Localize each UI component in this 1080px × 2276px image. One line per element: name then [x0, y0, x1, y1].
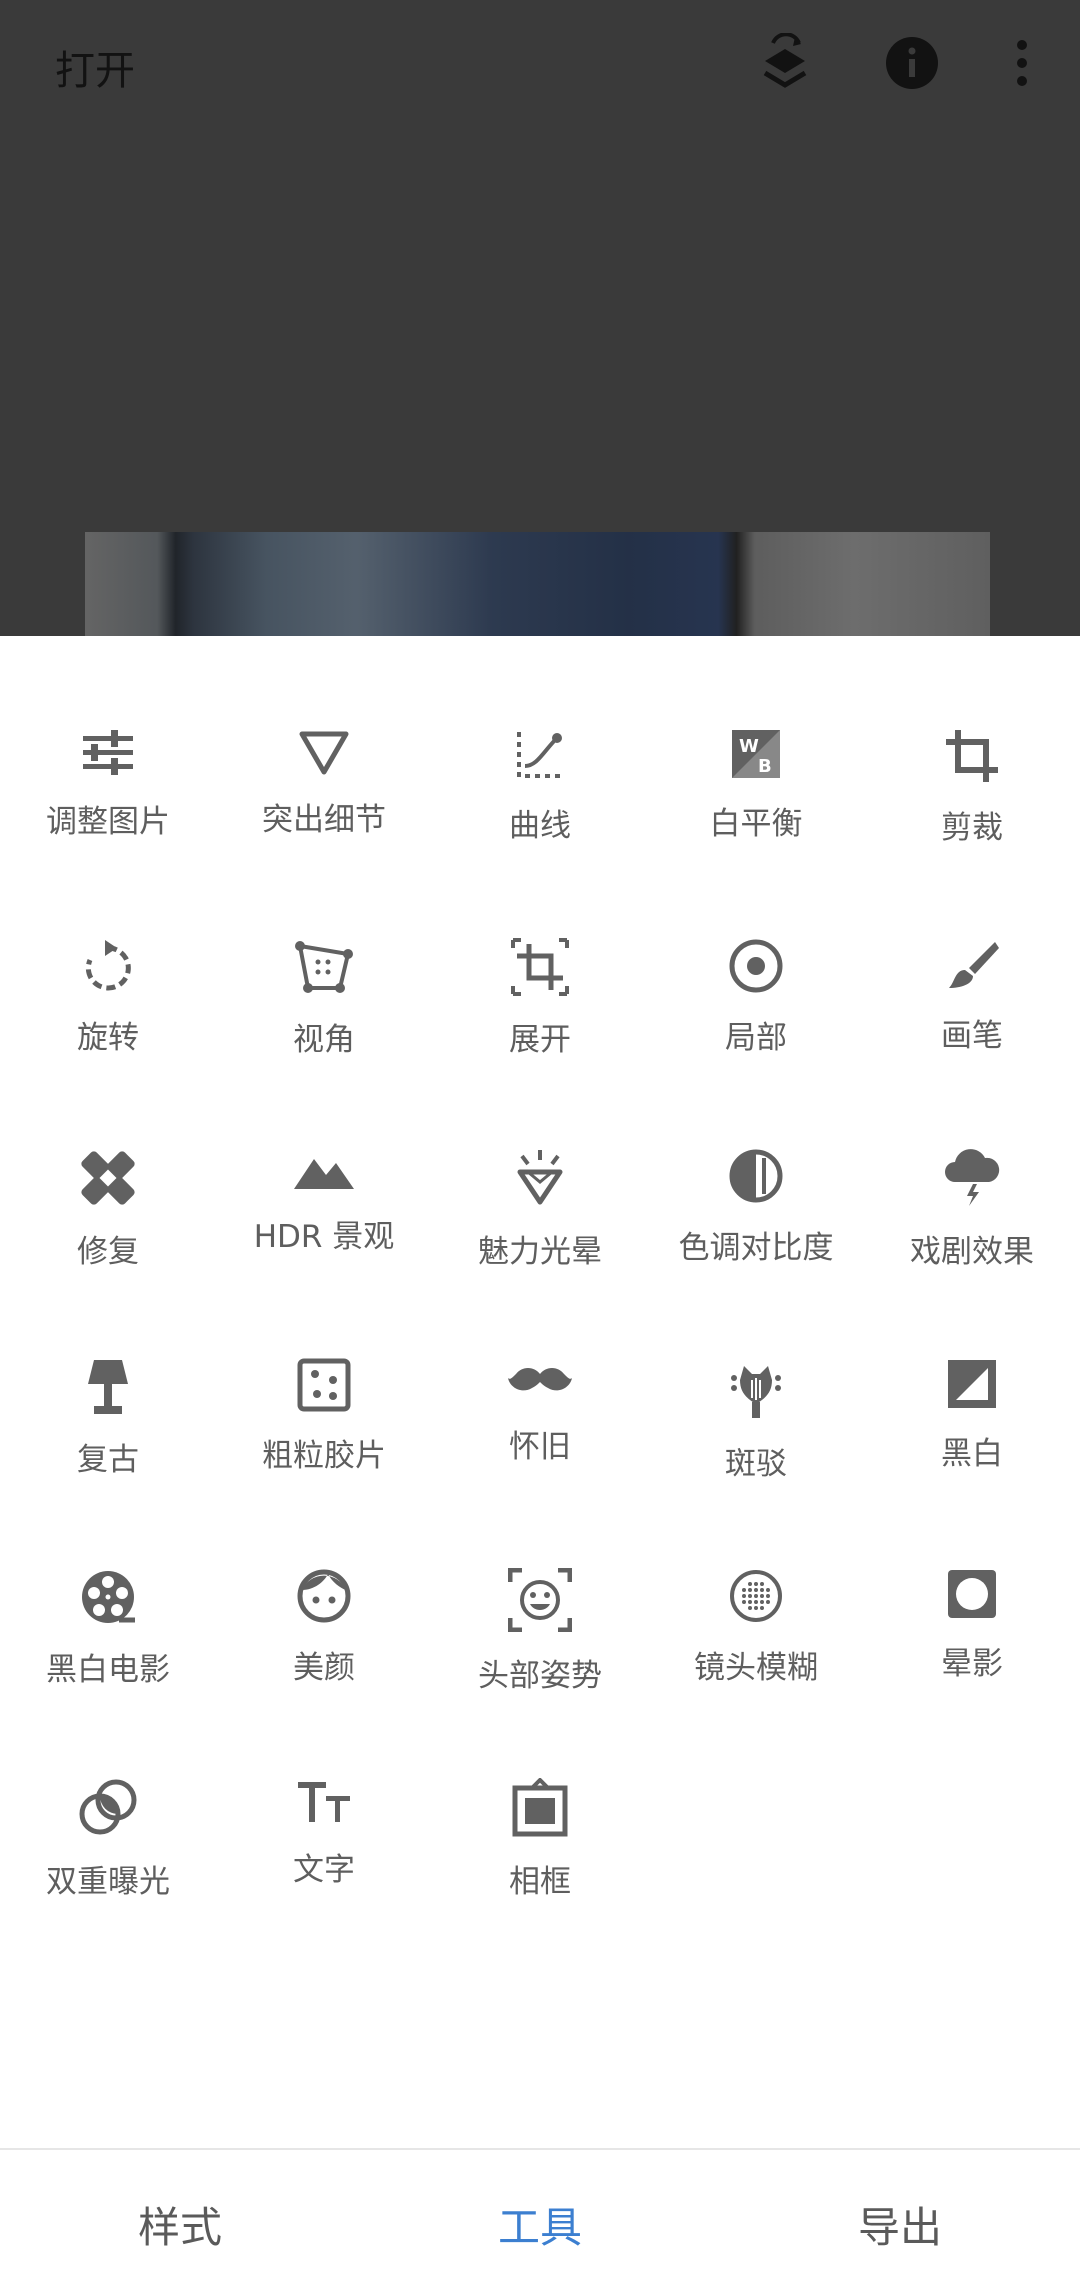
tool-label: 粗粒胶片: [262, 1438, 386, 1474]
tool-glamour-glow[interactable]: 魅力光晕: [432, 1056, 648, 1270]
tool-label: 黑白电影: [46, 1652, 170, 1688]
double-exposure-icon: [73, 1778, 143, 1838]
grunge-guitar-icon: [721, 1358, 791, 1420]
tool-label: 白平衡: [709, 806, 803, 842]
curves-icon: [505, 728, 575, 782]
tool-lens-blur[interactable]: 镜头模糊: [648, 1476, 864, 1686]
tool-frames[interactable]: 相框: [432, 1686, 648, 1900]
tab-styles[interactable]: 样式: [0, 2194, 360, 2255]
tool-hdr[interactable]: HDR 景观: [216, 1056, 432, 1256]
tool-grainy-film[interactable]: 粗粒胶片: [216, 1266, 432, 1474]
tool-expand[interactable]: 展开: [432, 846, 648, 1058]
tool-label: 旋转: [77, 1020, 139, 1056]
tool-label: 修复: [77, 1234, 139, 1270]
tool-selective[interactable]: 局部: [648, 846, 864, 1056]
tool-label: 镜头模糊: [694, 1650, 818, 1686]
selective-icon: [721, 938, 791, 994]
lens-blur-icon: [721, 1568, 791, 1624]
tool-label: 局部: [725, 1020, 787, 1056]
tool-perspective[interactable]: 视角: [216, 846, 432, 1058]
tool-label: 双重曝光: [46, 1864, 170, 1900]
mountain-icon: [289, 1148, 359, 1193]
tool-label: HDR 景观: [253, 1219, 395, 1255]
rotate-icon: [73, 938, 143, 994]
crop-icon: [937, 728, 1007, 784]
tool-label: 美颜: [293, 1650, 355, 1686]
tool-label: 黑白: [941, 1436, 1003, 1472]
open-button[interactable]: 打开: [55, 38, 135, 96]
frame-icon: [505, 1778, 575, 1838]
photo-preview: [85, 532, 990, 636]
tool-label: 文字: [293, 1852, 355, 1888]
vignette-icon: [937, 1568, 1007, 1620]
head-pose-icon: [505, 1568, 575, 1632]
tool-label: 突出细节: [262, 802, 386, 838]
tool-vintage[interactable]: 复古: [0, 1266, 216, 1478]
tool-crop[interactable]: 剪裁: [864, 636, 1080, 846]
black-white-icon: [937, 1358, 1007, 1410]
tool-label: 曲线: [509, 808, 571, 844]
tab-tools[interactable]: 工具: [360, 2194, 720, 2255]
tool-label: 晕影: [941, 1646, 1003, 1682]
white-balance-icon: W B: [721, 728, 791, 780]
tool-label: 相框: [509, 1864, 571, 1900]
expand-icon: [505, 938, 575, 996]
face-icon: [289, 1568, 359, 1624]
glamour-glow-icon: [505, 1148, 575, 1208]
brush-icon: [937, 938, 1007, 992]
tonal-contrast-icon: [721, 1148, 791, 1204]
bottom-nav: 样式 工具 导出: [0, 2148, 1080, 2276]
healing-icon: [73, 1148, 143, 1208]
tool-tonal-contrast[interactable]: 色调对比度: [648, 1056, 864, 1266]
tools-panel: 调整图片 突出细节 曲线 W B 白平衡 剪裁 旋转 视角 展开 局部 画笔 修…: [0, 636, 1080, 2148]
tool-text[interactable]: 文字: [216, 1686, 432, 1888]
more-options-icon[interactable]: [987, 28, 1057, 98]
tab-export[interactable]: 导出: [720, 2194, 1080, 2255]
tool-vignette[interactable]: 晕影: [864, 1476, 1080, 1682]
info-icon[interactable]: [877, 28, 947, 98]
svg-text:W: W: [739, 736, 759, 757]
tool-rotate[interactable]: 旋转: [0, 846, 216, 1056]
mustache-icon: [505, 1358, 575, 1403]
dimmed-editor-area: 打开: [0, 0, 1080, 636]
tool-grunge[interactable]: 斑驳: [648, 1266, 864, 1482]
film-reel-icon: [73, 1568, 143, 1626]
tool-label: 复古: [77, 1442, 139, 1478]
tool-curves[interactable]: 曲线: [432, 636, 648, 844]
tune-icon: [73, 728, 143, 778]
tool-label: 展开: [509, 1022, 571, 1058]
tool-brush[interactable]: 画笔: [864, 846, 1080, 1054]
tool-noir[interactable]: 黑白电影: [0, 1476, 216, 1688]
tool-label: 视角: [293, 1022, 355, 1058]
tool-white-balance[interactable]: W B 白平衡: [648, 636, 864, 842]
tool-healing[interactable]: 修复: [0, 1056, 216, 1270]
tool-tune-image[interactable]: 调整图片: [0, 636, 216, 840]
lamp-icon: [73, 1358, 143, 1416]
grainy-film-icon: [289, 1358, 359, 1412]
tool-double-exposure[interactable]: 双重曝光: [0, 1686, 216, 1900]
tool-label: 色调对比度: [678, 1230, 834, 1266]
tool-label: 画笔: [941, 1018, 1003, 1054]
drama-cloud-icon: [937, 1148, 1007, 1208]
undo-stack-icon[interactable]: [750, 28, 820, 98]
tool-details[interactable]: 突出细节: [216, 636, 432, 838]
triangle-icon: [289, 728, 359, 776]
tool-label: 剪裁: [941, 810, 1003, 846]
tool-head-pose[interactable]: 头部姿势: [432, 1476, 648, 1694]
perspective-icon: [289, 938, 359, 996]
text-icon: [289, 1778, 359, 1826]
tool-label: 戏剧效果: [910, 1234, 1034, 1270]
tool-drama[interactable]: 戏剧效果: [864, 1056, 1080, 1270]
tool-retrolux[interactable]: 怀旧: [432, 1266, 648, 1466]
tool-label: 调整图片: [46, 804, 170, 840]
tool-black-white[interactable]: 黑白: [864, 1266, 1080, 1472]
tool-label: 魅力光晕: [478, 1234, 602, 1270]
svg-text:B: B: [758, 756, 772, 777]
tool-label: 怀旧: [509, 1429, 571, 1465]
tool-face-enhance[interactable]: 美颜: [216, 1476, 432, 1686]
